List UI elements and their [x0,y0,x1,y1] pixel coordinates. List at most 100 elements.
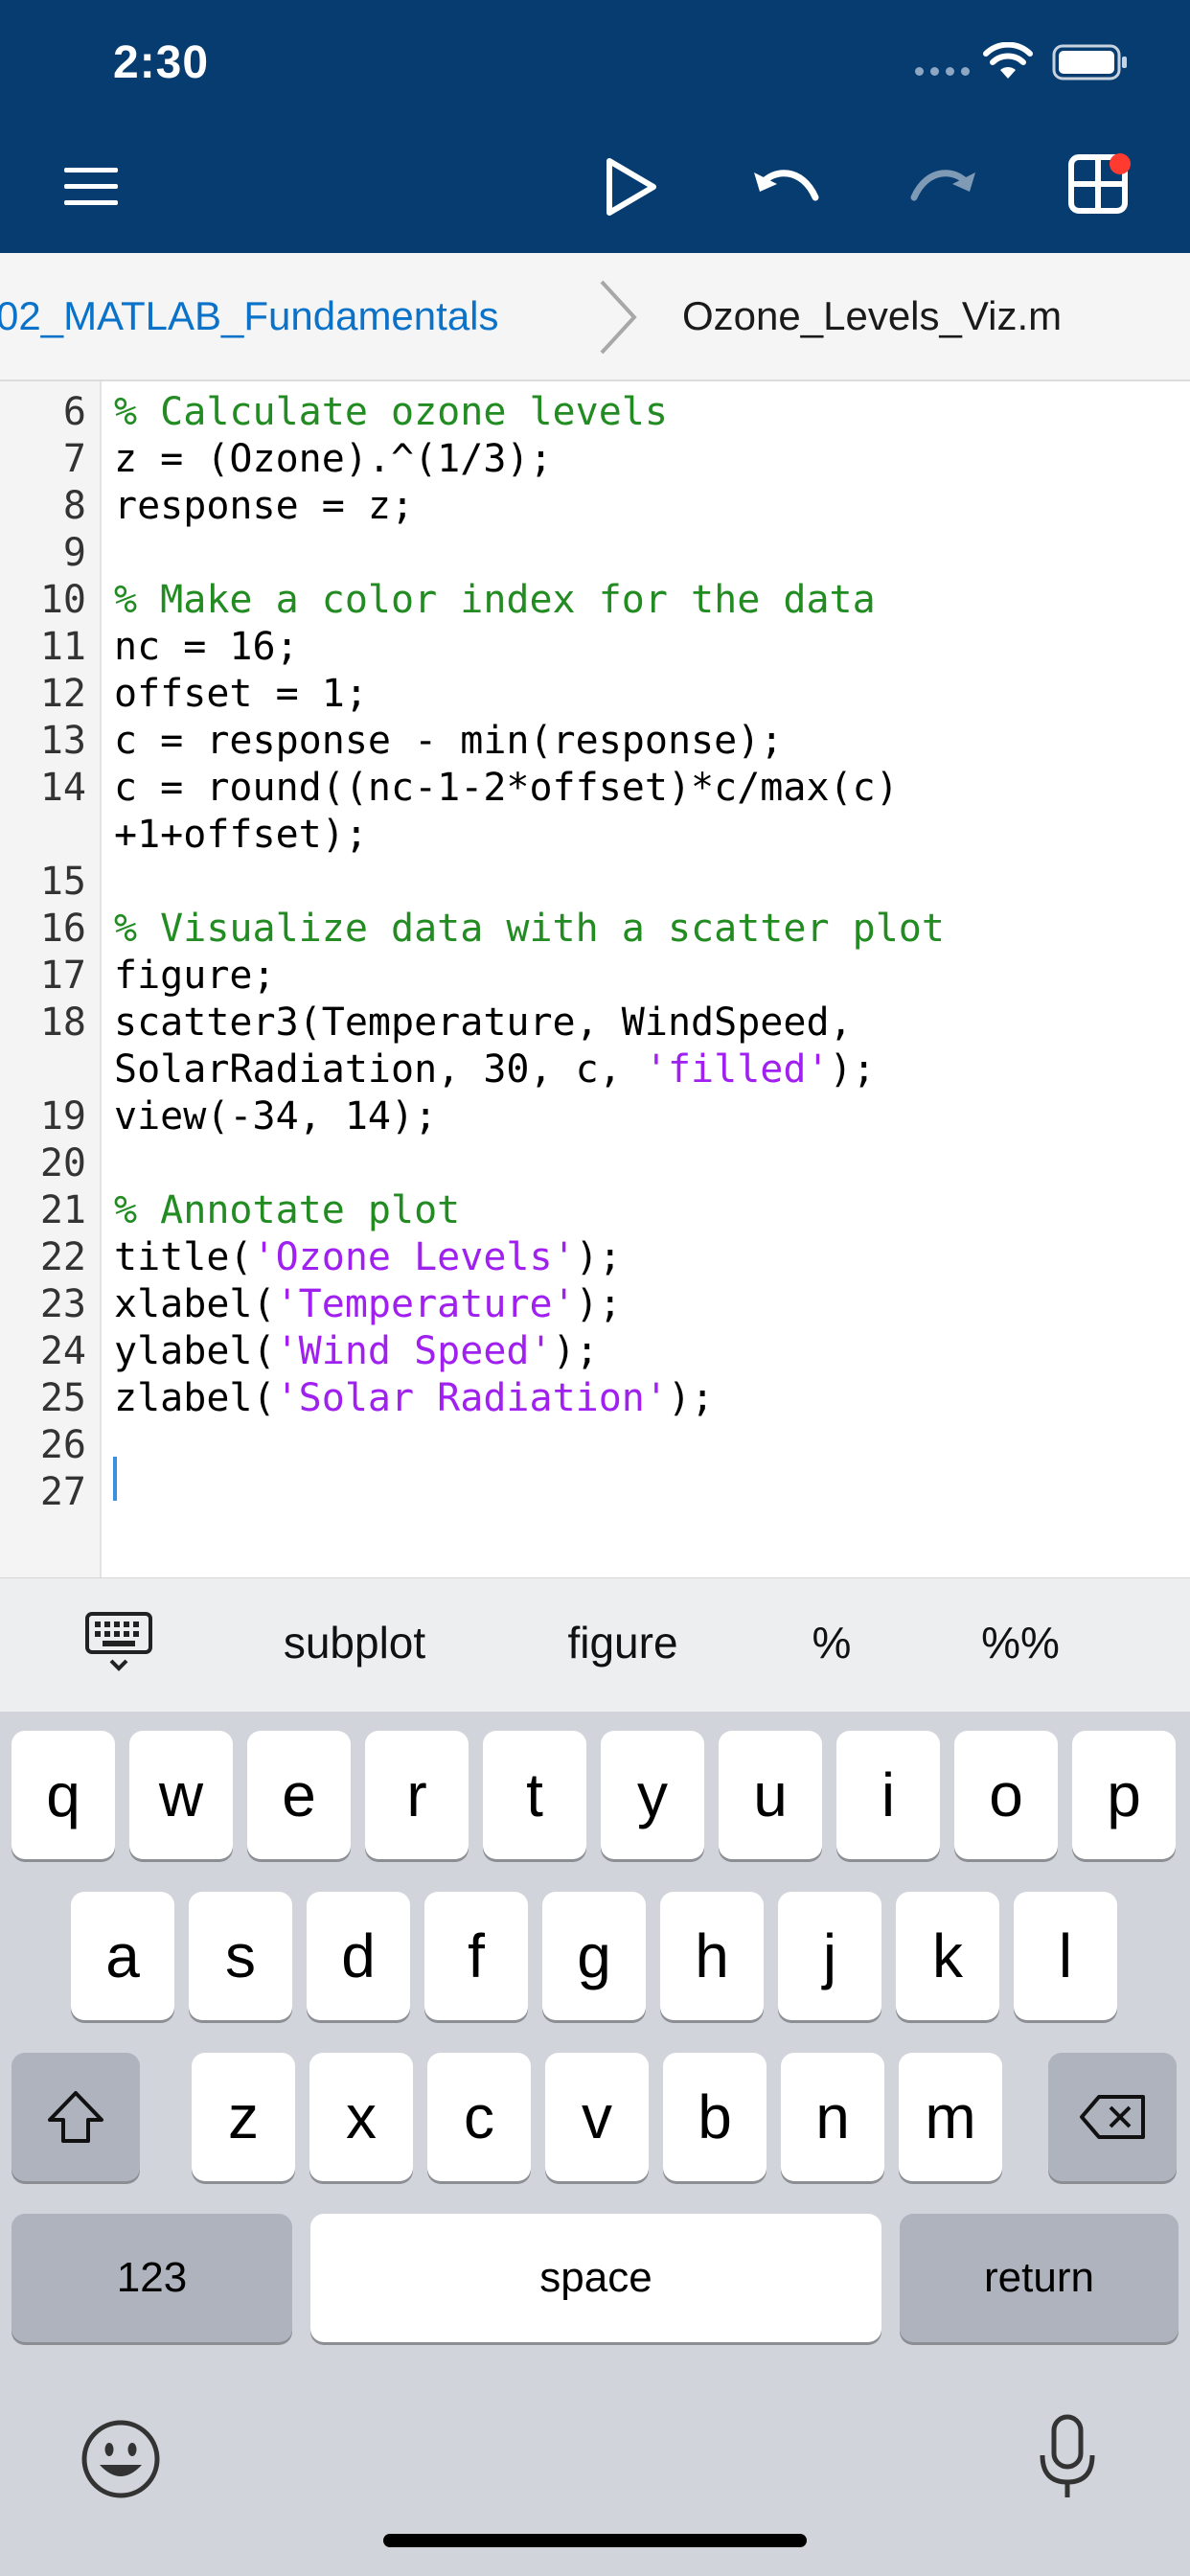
key-d[interactable]: d [307,1892,410,2020]
suggestion-item[interactable]: % [812,1617,852,1668]
code-token: zlabel( [114,1376,276,1420]
code-line[interactable]: 9 [0,530,1190,577]
key-n[interactable]: n [781,2053,884,2181]
suggestion-bar: subplot figure % %% [0,1577,1190,1713]
key-g[interactable]: g [542,1892,646,2020]
key-w[interactable]: w [129,1731,233,1859]
key-q[interactable]: q [11,1731,115,1859]
code-text: zlabel('Solar Radiation'); [114,1375,714,1422]
code-line[interactable]: 19 view(-34, 14); [0,1093,1190,1140]
emoji-icon[interactable] [80,2419,161,2499]
breadcrumb-file: Ozone_Levels_Viz.m [682,293,1063,338]
code-token: ); [552,1329,599,1373]
microphone-icon[interactable] [1037,2413,1098,2503]
space-key[interactable]: space [310,2214,881,2342]
line-number: 12 [39,672,86,716]
code-line[interactable]: SolarRadiation, 30, c, 'filled'); [0,1046,1190,1093]
code-line[interactable]: 12 offset = 1; [0,671,1190,718]
code-token: z = (Ozone).^(1/3); [114,437,553,481]
key-v[interactable]: v [545,2053,649,2181]
backspace-key[interactable] [1048,2053,1177,2181]
key-j[interactable]: j [778,1892,881,2020]
code-string: 'Temperature' [275,1282,576,1326]
code-line[interactable]: 20 [0,1140,1190,1187]
code-line[interactable]: 17 figure; [0,953,1190,1000]
code-token: offset = 1; [114,672,368,716]
code-string: 'Ozone Levels' [252,1235,576,1279]
code-line[interactable]: 8 response = z; [0,483,1190,530]
status-time: 2:30 [113,37,210,88]
code-line[interactable]: 24 ylabel('Wind Speed'); [0,1328,1190,1375]
line-number: 14 [39,766,86,810]
code-line[interactable]: 18 scatter3(Temperature, WindSpeed, [0,1000,1190,1046]
undo-icon[interactable] [752,163,821,207]
shift-key[interactable] [11,2053,140,2181]
code-line[interactable]: 23 xlabel('Temperature'); [0,1281,1190,1328]
code-line[interactable]: +1+offset); [0,812,1190,859]
line-number: 16 [39,907,86,951]
code-token: c = round((nc-1-2*offset)*c/max(c) [114,766,899,810]
code-token: ); [575,1235,622,1279]
key-i[interactable]: i [836,1731,940,1859]
code-line[interactable]: 7 z = (Ozone).^(1/3); [0,436,1190,483]
code-line[interactable]: 27 [0,1469,1190,1516]
line-number: 27 [39,1470,86,1514]
key-e[interactable]: e [247,1731,351,1859]
menu-icon[interactable] [62,166,120,208]
code-line[interactable]: 11 nc = 16; [0,624,1190,671]
suggestion-item[interactable]: figure [567,1617,677,1668]
redo-icon[interactable] [908,163,977,207]
code-line[interactable]: 6 % Calculate ozone levels [0,389,1190,436]
key-m[interactable]: m [899,2053,1002,2181]
key-o[interactable]: o [954,1731,1058,1859]
code-line[interactable]: 10 % Make a color index for the data [0,577,1190,624]
key-s[interactable]: s [189,1892,292,2020]
code-text: z = (Ozone).^(1/3); [114,436,553,483]
key-x[interactable]: x [309,2053,413,2181]
key-p[interactable]: p [1072,1731,1176,1859]
code-line[interactable]: 14 c = round((nc-1-2*offset)*c/max(c) [0,765,1190,812]
line-number: 21 [39,1188,86,1232]
chevron-right-icon [600,280,637,355]
key-l[interactable]: l [1014,1892,1117,2020]
suggestion-item[interactable]: subplot [284,1617,425,1668]
key-a[interactable]: a [71,1892,174,2020]
key-f[interactable]: f [424,1892,528,2020]
code-text: xlabel('Temperature'); [114,1281,622,1328]
line-number: 23 [39,1282,86,1326]
key-r[interactable]: r [365,1731,469,1859]
code-token: SolarRadiation, 30, c, [114,1047,645,1092]
text-cursor [113,1457,117,1501]
keyboard-icon[interactable] [84,1611,153,1674]
key-y[interactable]: y [601,1731,704,1859]
run-icon[interactable] [602,155,659,218]
code-editor[interactable]: 6 % Calculate ozone levels 7 z = (Ozone).^(… [0,381,1190,1577]
key-t[interactable]: t [483,1731,586,1859]
code-line[interactable]: 13 c = response - min(response); [0,718,1190,765]
code-text: +1+offset); [114,812,368,859]
code-line[interactable]: 21 % Annotate plot [0,1187,1190,1234]
key-k[interactable]: k [896,1892,999,2020]
code-token: +1+offset); [114,813,368,857]
code-line[interactable]: 16 % Visualize data with a scatter plot [0,906,1190,953]
key-z[interactable]: z [192,2053,295,2181]
key-c[interactable]: c [427,2053,531,2181]
wifi-icon [983,42,1033,79]
code-line[interactable]: 22 title('Ozone Levels'); [0,1234,1190,1281]
numbers-key[interactable]: 123 [11,2214,292,2342]
return-key[interactable]: return [900,2214,1179,2342]
code-text: c = round((nc-1-2*offset)*c/max(c) [114,765,899,812]
code-text: % Calculate ozone levels [114,389,668,436]
key-h[interactable]: h [660,1892,764,2020]
breadcrumb-folder[interactable]: 02_MATLAB_Fundamentals [0,293,499,339]
code-line[interactable]: 15 [0,859,1190,906]
suggestion-item[interactable]: %% [981,1617,1060,1668]
key-u[interactable]: u [719,1731,822,1859]
code-line[interactable]: 25 zlabel('Solar Radiation'); [0,1375,1190,1422]
line-number: 17 [39,954,86,998]
app-header: 2:30 [0,0,1190,253]
code-comment: % Make a color index for the data [114,578,876,622]
line-number: 22 [39,1235,86,1279]
key-b[interactable]: b [663,2053,767,2181]
code-line[interactable]: 26 [0,1422,1190,1469]
